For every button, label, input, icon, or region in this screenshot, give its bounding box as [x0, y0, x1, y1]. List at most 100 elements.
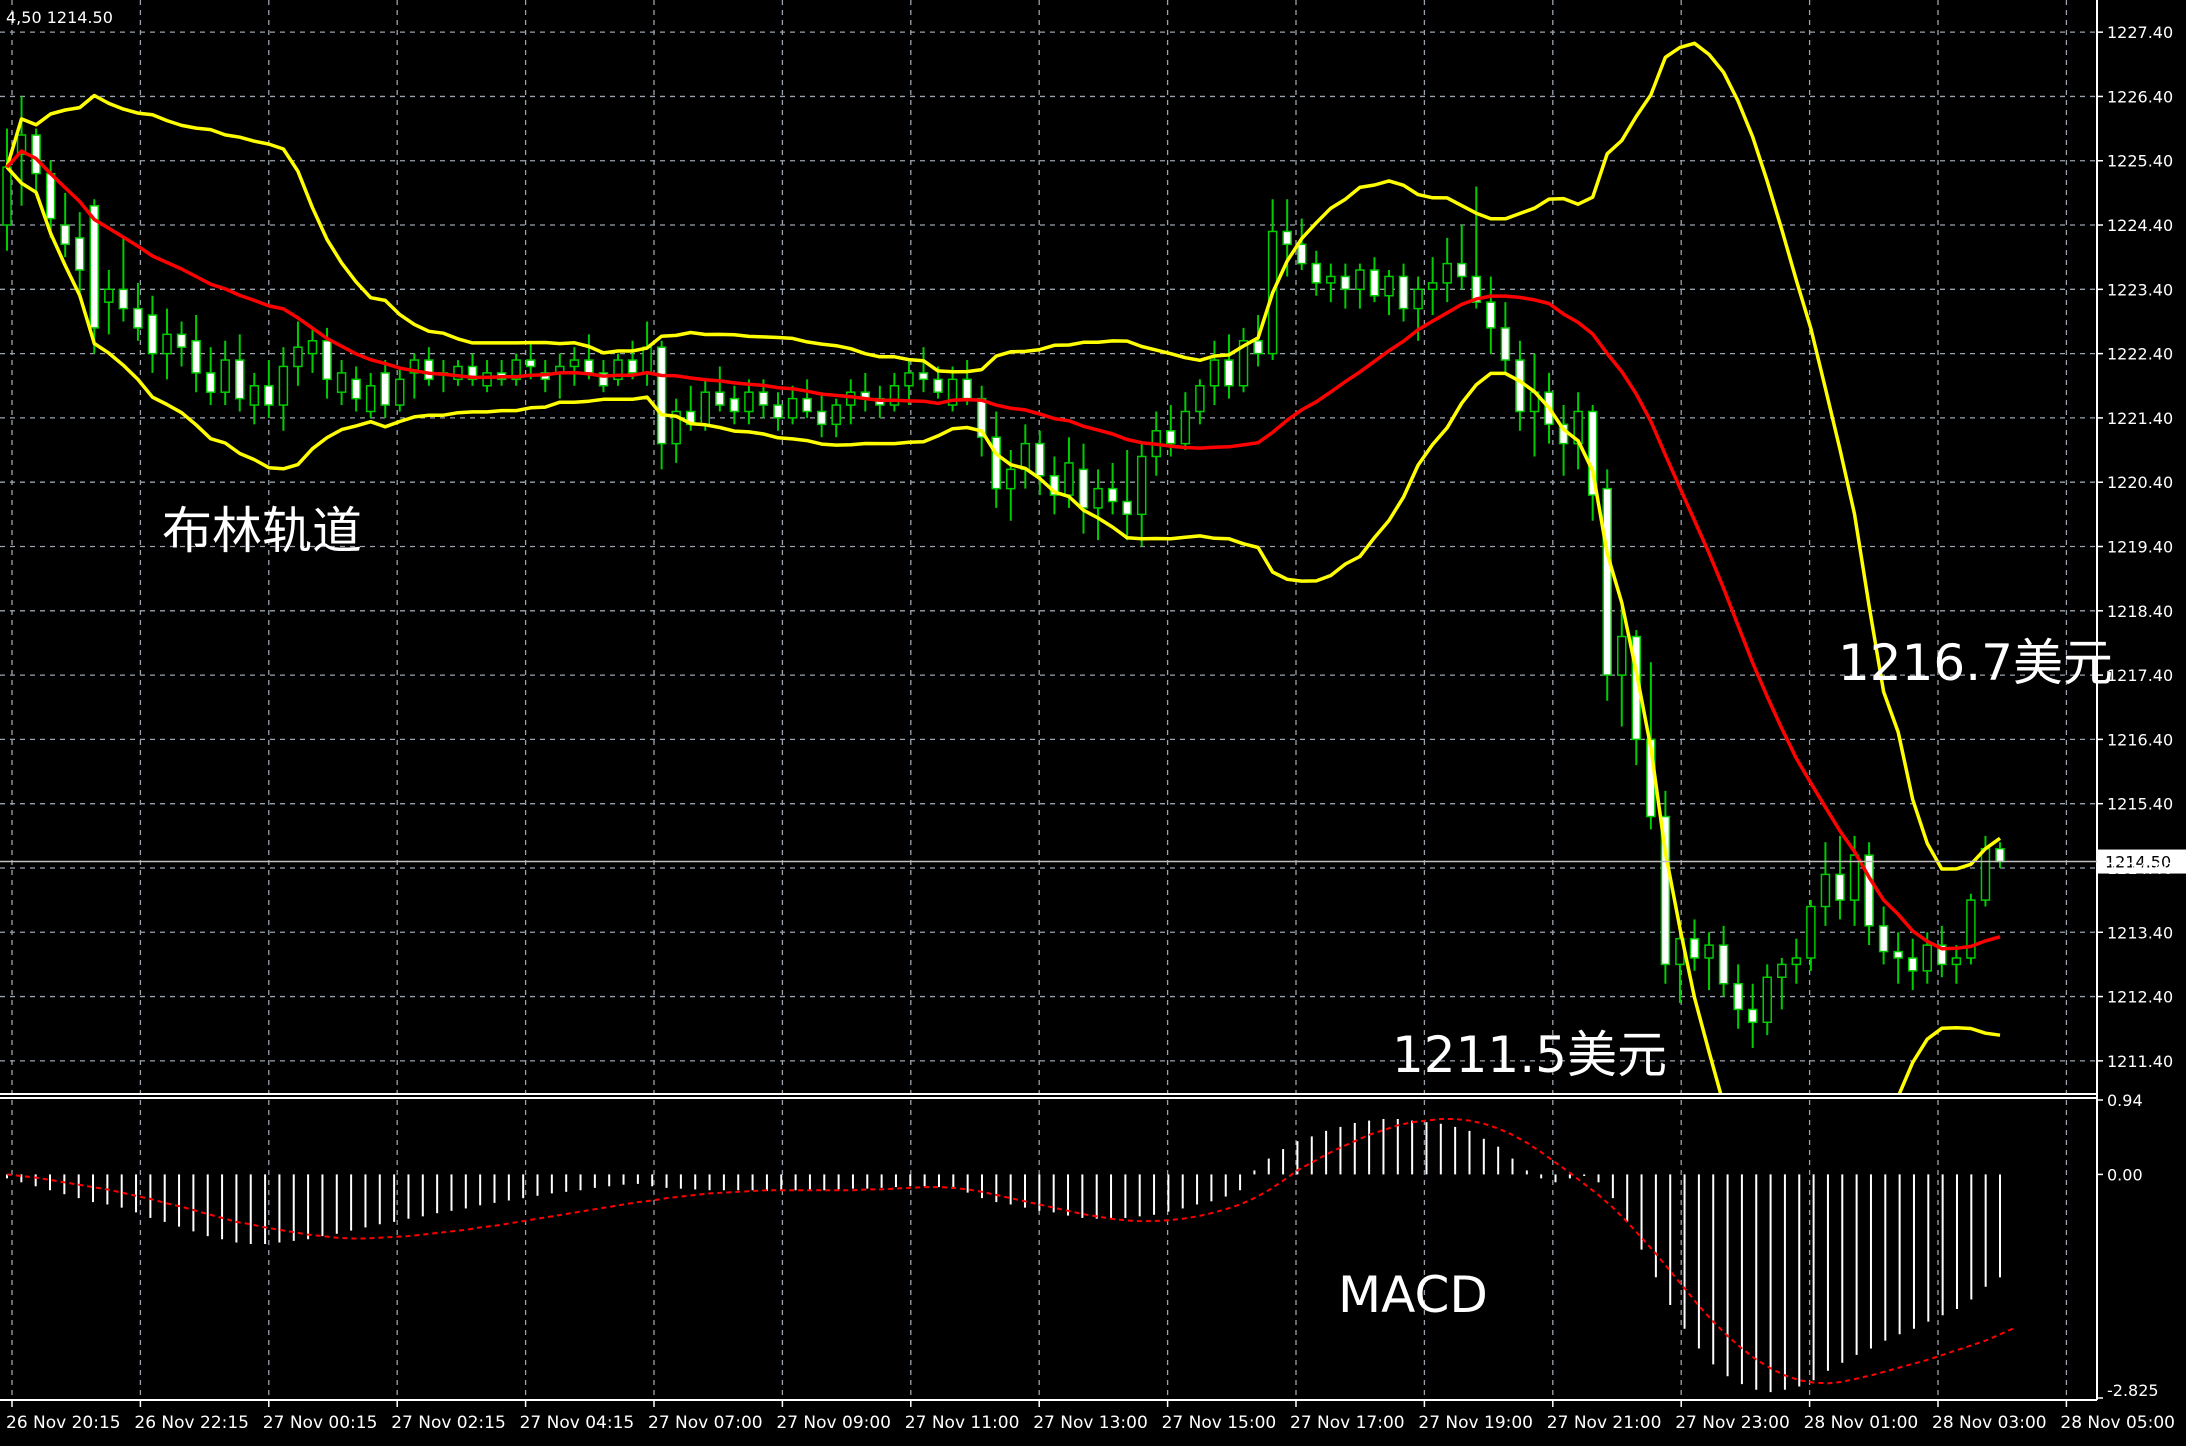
time-tick-label: 28 Nov 03:00: [1932, 1413, 2047, 1433]
time-tick-label: 28 Nov 05:00: [2060, 1413, 2175, 1433]
candle-body-down: [89, 204, 100, 329]
candle-body-down: [191, 340, 201, 374]
price-tick-label: 1226.40: [2107, 87, 2173, 106]
candle-body-down: [1995, 847, 2005, 863]
candle-body-down: [147, 314, 158, 355]
candle-body-up: [1617, 635, 1627, 676]
price-tick-label: 1220.40: [2107, 473, 2173, 492]
candle-body-down: [74, 237, 85, 271]
candle-body-down: [627, 359, 638, 374]
candle-body-down: [351, 378, 361, 400]
macd-title: MACD: [1338, 1266, 1488, 1324]
candle-body-down: [31, 134, 41, 175]
price-tick-label: 1221.40: [2107, 409, 2173, 428]
candle-body-up: [1195, 385, 1205, 413]
time-tick-label: 27 Nov 19:00: [1418, 1413, 1533, 1433]
time-tick-label: 27 Nov 09:00: [776, 1413, 891, 1433]
candle-body-down: [1340, 275, 1351, 291]
candle-body-down: [1500, 327, 1511, 361]
price-tick-label: 1224.40: [2107, 216, 2173, 235]
candle-body-down: [1282, 230, 1292, 246]
candle-body-down: [424, 359, 434, 381]
price-tick-label: 1225.40: [2107, 152, 2173, 171]
candle-body-down: [802, 397, 812, 413]
candle-body-down: [773, 404, 783, 419]
time-tick-label: 27 Nov 15:00: [1162, 1413, 1277, 1433]
candle-body-down: [1456, 262, 1467, 278]
time-tick-label: 27 Nov 00:15: [263, 1413, 378, 1433]
candle-body-up: [1006, 468, 1016, 490]
candle-body-down: [1893, 950, 1903, 959]
candle-body-up: [1020, 442, 1031, 471]
candle-body-up: [1820, 873, 1831, 908]
chart-header: 4,50 1214.50: [6, 8, 113, 27]
candle-body-up: [104, 288, 114, 303]
candle-body-down: [1733, 982, 1743, 1011]
time-tick-label: 27 Nov 11:00: [905, 1413, 1020, 1433]
candle-body-up: [1355, 269, 1365, 291]
candle-body-up: [1384, 275, 1394, 297]
candle-body-down: [1515, 359, 1525, 413]
macd-tick-label: 0.94: [2107, 1091, 2143, 1110]
candle-body-up: [1209, 359, 1220, 387]
price-tick-label: 1216.40: [2107, 730, 2173, 749]
price-tick-label: 1227.40: [2107, 23, 2173, 42]
candle-body-down: [1035, 442, 1045, 477]
candle-body-down: [1107, 487, 1118, 503]
price-tick-label: 1223.40: [2107, 280, 2173, 299]
candle-body-up: [889, 385, 900, 406]
candle-body-up: [1704, 944, 1714, 959]
price-tick-label: 1222.40: [2107, 345, 2173, 364]
candle-body-down: [45, 172, 56, 220]
candle-body-up: [1064, 462, 1074, 496]
time-tick-label: 26 Nov 22:15: [134, 1413, 249, 1433]
macd-tick-label: 0.00: [2107, 1165, 2143, 1184]
candle-body-down: [991, 436, 1001, 490]
price-tick-label: 1218.40: [2107, 602, 2173, 621]
time-tick-label: 27 Nov 23:00: [1675, 1413, 1790, 1433]
candle-body-up: [1951, 957, 1962, 966]
price-tick-label: 1215.40: [2107, 795, 2173, 814]
candle-body-down: [1878, 925, 1889, 953]
candle-body-up: [1093, 487, 1103, 509]
forex-chart: 1214.50 1227.401226.401225.401224.401223…: [0, 0, 2186, 1446]
candle-body-down: [1602, 487, 1612, 676]
candle-body-down: [1122, 500, 1132, 516]
candle-body-down: [758, 391, 769, 406]
time-tick-label: 27 Nov 17:00: [1290, 1413, 1405, 1433]
candle-body-up: [307, 340, 318, 355]
candle-body-down: [1311, 262, 1322, 284]
candle-body-down: [1398, 275, 1409, 310]
candle-body-up: [1180, 410, 1191, 445]
time-tick-label: 28 Nov 01:00: [1804, 1413, 1919, 1433]
time-tick-label: 26 Nov 20:15: [6, 1413, 121, 1433]
price-tick-label: 1217.40: [2107, 666, 2173, 685]
candle-body-down: [1224, 359, 1234, 387]
candle-body-down: [1689, 937, 1700, 959]
candle-body-up: [2, 166, 12, 226]
candle-body-up: [787, 397, 798, 419]
candle-body-down: [205, 372, 216, 393]
candle-body-down: [1253, 340, 1263, 355]
chart-background: [0, 0, 2186, 1446]
candle-body-down: [816, 410, 827, 426]
candle-body-down: [1078, 468, 1089, 509]
candle-body-down: [962, 378, 972, 400]
price-tick-label: 1219.40: [2107, 538, 2173, 557]
time-tick-label: 27 Nov 02:15: [391, 1413, 506, 1433]
candle-body-up: [1777, 963, 1787, 979]
candle-body-up: [1326, 275, 1336, 284]
candle-body-up: [336, 372, 347, 393]
candle-body-up: [249, 385, 260, 406]
price-high-annotation: 1216.7美元: [1838, 634, 2113, 692]
candle-body-down: [918, 372, 929, 381]
candle-body-up: [220, 359, 230, 393]
candle-body-down: [1864, 854, 1874, 927]
candle-body-down: [656, 346, 667, 445]
candle-body-down: [1166, 430, 1176, 445]
candle-body-up: [1806, 905, 1816, 959]
candle-body-down: [322, 340, 332, 381]
price-tick-label: 1214.40: [2107, 859, 2173, 878]
candle-body-up: [569, 359, 580, 368]
candle-body-down: [729, 397, 740, 413]
